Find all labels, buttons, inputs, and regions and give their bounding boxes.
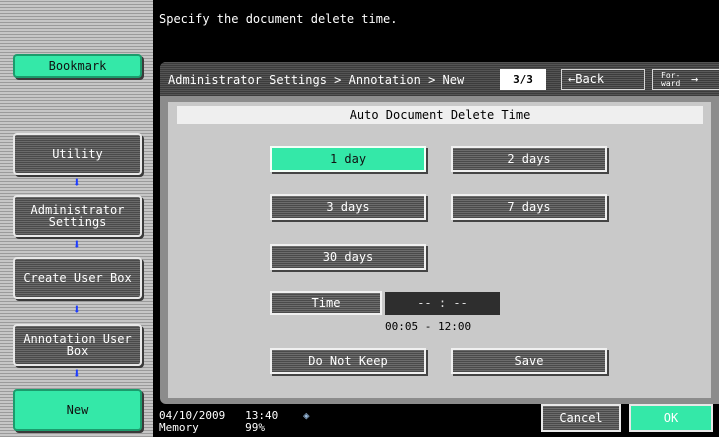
section-title: Auto Document Delete Time — [177, 106, 703, 124]
sidebar-item-new[interactable]: New — [13, 389, 142, 431]
forward-label: For-ward — [661, 70, 681, 88]
sidebar-item-create-user-box[interactable]: Create User Box — [13, 257, 142, 299]
content-area: Auto Document Delete Time 1 day 2 days 3… — [168, 102, 711, 398]
save-button[interactable]: Save — [451, 348, 607, 374]
time-display: -- : -- — [385, 292, 500, 315]
bookmark-button[interactable]: Bookmark — [13, 54, 142, 78]
arrow-down-icon: ⬇ — [72, 237, 82, 253]
network-status-icon: ◈ — [303, 409, 310, 422]
left-sidebar: Bookmark Utility ⬇ Administrator Setting… — [0, 0, 153, 437]
sidebar-item-utility[interactable]: Utility — [13, 133, 142, 175]
option-2-days[interactable]: 2 days — [451, 146, 607, 172]
option-3-days[interactable]: 3 days — [270, 194, 426, 220]
arrow-down-icon: ⬇ — [72, 175, 82, 191]
breadcrumb: Administrator Settings > Annotation > Ne… — [168, 73, 465, 87]
memory-label: Memory — [159, 421, 199, 434]
option-30-days[interactable]: 30 days — [270, 244, 426, 270]
footer-status: 04/10/2009 13:40 Memory 99% — [159, 410, 278, 434]
forward-button[interactable]: For-ward → — [652, 69, 719, 90]
arrow-right-icon: → — [691, 72, 699, 86]
do-not-keep-button[interactable]: Do Not Keep — [270, 348, 426, 374]
arrow-down-icon: ⬇ — [72, 302, 82, 318]
sidebar-item-administrator-settings[interactable]: Administrator Settings — [13, 195, 142, 237]
main-panel: Administrator Settings > Annotation > Ne… — [160, 62, 719, 404]
memory-value: 99% — [245, 421, 265, 434]
option-1-day[interactable]: 1 day — [270, 146, 426, 172]
sidebar-item-annotation-user-box[interactable]: Annotation User Box — [13, 324, 142, 366]
arrow-down-icon: ⬇ — [72, 366, 82, 382]
cancel-button[interactable]: Cancel — [541, 404, 621, 432]
header-bar: Administrator Settings > Annotation > Ne… — [160, 62, 719, 96]
time-range: 00:05 - 12:00 — [385, 320, 472, 333]
back-button[interactable]: ←Back — [561, 69, 645, 90]
back-label: Back — [575, 72, 605, 86]
footer: 04/10/2009 13:40 Memory 99% ◈ Cancel OK — [153, 404, 719, 437]
instruction-message: Specify the document delete time. — [159, 12, 398, 26]
page-indicator: 3/3 — [500, 69, 546, 90]
time-button[interactable]: Time — [270, 291, 382, 315]
screen: Bookmark Utility ⬇ Administrator Setting… — [0, 0, 719, 437]
option-7-days[interactable]: 7 days — [451, 194, 607, 220]
ok-button[interactable]: OK — [629, 404, 713, 432]
